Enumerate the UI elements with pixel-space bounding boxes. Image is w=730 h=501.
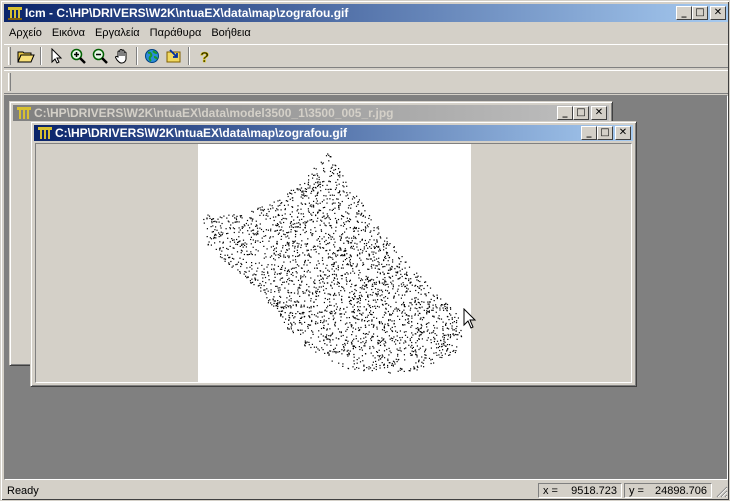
x-coordinate-pane: x = 9518.723 (538, 483, 622, 498)
arrow-pointer-icon (51, 48, 63, 64)
app-icon (38, 127, 52, 139)
map-image[interactable] (198, 144, 471, 383)
toolbar-grip[interactable] (8, 47, 11, 65)
maximize-button[interactable]: □ (573, 106, 589, 120)
y-label: y = (629, 484, 644, 497)
zoom-in-icon (70, 48, 86, 64)
x-label: x = (543, 484, 558, 497)
app-title: Icm - C:\HP\DRIVERS\W2K\ntuaEX\data\map\… (25, 6, 349, 20)
mdi-workspace[interactable]: C:\HP\DRIVERS\W2K\ntuaEX\data\model3500_… (4, 95, 728, 480)
folder-export-icon (166, 49, 181, 63)
menu-file[interactable]: Αρχείο (4, 27, 47, 39)
minimize-button[interactable]: _ (581, 126, 597, 140)
zoom-in-button[interactable] (67, 45, 89, 67)
mouse-cursor-icon (463, 308, 477, 329)
svg-text:?: ? (200, 49, 209, 64)
app-icon[interactable] (7, 5, 23, 21)
child-title-bar[interactable]: C:\HP\DRIVERS\W2K\ntuaEX\data\map\zograf… (34, 125, 633, 141)
select-tool-button[interactable] (45, 45, 67, 67)
secondary-toolbar (4, 70, 728, 94)
app-icon (17, 107, 31, 119)
close-button[interactable]: ✕ (615, 126, 631, 140)
menu-bar: Αρχείο Εικόνα Εργαλεία Παράθυρα Βοήθεια (4, 23, 728, 42)
child-title: C:\HP\DRIVERS\W2K\ntuaEX\data\map\zograf… (55, 126, 348, 140)
close-button[interactable]: ✕ (591, 106, 607, 120)
child-title: C:\HP\DRIVERS\W2K\ntuaEX\data\model3500_… (34, 106, 394, 120)
help-icon: ? (200, 49, 210, 64)
child-window-active[interactable]: C:\HP\DRIVERS\W2K\ntuaEX\data\map\zograf… (30, 121, 637, 387)
y-coordinate-pane: y = 24898.706 (624, 483, 712, 498)
app-title-bar[interactable]: Icm - C:\HP\DRIVERS\W2K\ntuaEX\data\map\… (4, 4, 728, 22)
status-text: Ready (7, 484, 39, 497)
globe-icon (145, 49, 159, 63)
export-button[interactable] (163, 45, 185, 67)
pan-hand-icon (115, 49, 127, 64)
maximize-button[interactable]: □ (597, 126, 613, 140)
toolbar-separator (136, 47, 138, 65)
status-bar: Ready x = 9518.723 y = 24898.706 (4, 482, 728, 499)
menu-image[interactable]: Εικόνα (47, 27, 90, 39)
zoom-out-icon (92, 48, 108, 64)
app-window: Icm - C:\HP\DRIVERS\W2K\ntuaEX\data\map\… (0, 0, 730, 501)
minimize-button[interactable]: _ (557, 106, 573, 120)
minimize-button[interactable]: _ (676, 6, 692, 20)
image-view[interactable] (35, 143, 632, 383)
resize-grip-icon[interactable] (714, 484, 728, 498)
open-folder-button[interactable] (15, 45, 37, 67)
help-button[interactable]: ? (193, 45, 215, 67)
y-value: 24898.706 (655, 484, 707, 497)
globe-button[interactable] (141, 45, 163, 67)
x-value: 9518.723 (571, 484, 617, 497)
menu-help[interactable]: Βοήθεια (206, 27, 255, 39)
toolbar-grip[interactable] (8, 73, 11, 91)
zoom-out-button[interactable] (89, 45, 111, 67)
child-title-bar[interactable]: C:\HP\DRIVERS\W2K\ntuaEX\data\model3500_… (13, 105, 609, 121)
menu-tools[interactable]: Εργαλεία (90, 27, 145, 39)
toolbar-separator (188, 47, 190, 65)
open-folder-icon (17, 51, 35, 63)
pan-button[interactable] (111, 45, 133, 67)
toolbar: ? (4, 44, 728, 68)
toolbar-separator (40, 47, 42, 65)
close-button[interactable]: ✕ (710, 6, 726, 20)
maximize-button[interactable]: □ (692, 6, 708, 20)
menu-windows[interactable]: Παράθυρα (145, 27, 207, 39)
